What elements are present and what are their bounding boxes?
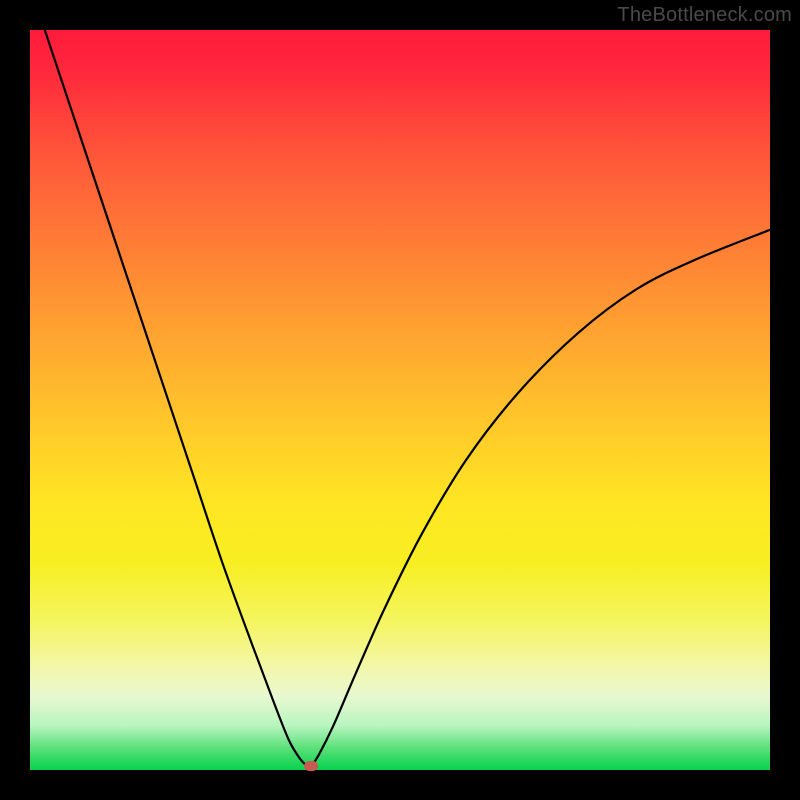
curve-right <box>311 230 770 767</box>
curve-svg <box>30 30 770 770</box>
min-point-marker <box>304 761 318 771</box>
watermark-text: TheBottleneck.com <box>617 4 792 27</box>
curve-left <box>45 30 308 766</box>
